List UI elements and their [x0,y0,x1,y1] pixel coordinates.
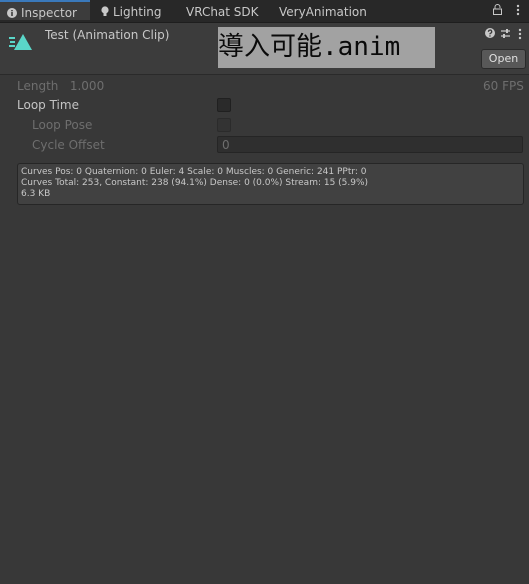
preset-icon[interactable] [500,28,511,42]
overlay-label: 導入可能.anim [218,27,435,68]
animation-clip-icon [9,32,33,56]
cycle-offset-field: 0 [217,136,523,153]
loop-time-checkbox[interactable] [217,98,231,112]
inspector-header: Test (Animation Clip) 導入可能.anim Open [0,23,529,75]
tab-label: VeryAnimation [279,5,367,19]
loop-pose-checkbox [217,118,231,132]
tab-vrchat-sdk[interactable]: VRChat SDK [186,0,259,22]
lightbulb-icon [101,1,109,25]
tab-lighting[interactable]: Lighting [101,0,162,22]
clip-size: 6.3 KB [21,189,51,199]
tab-label: Lighting [113,5,162,19]
tab-bar: Inspector Lighting VRChat SDK VeryAnimat… [0,0,529,23]
tab-inspector[interactable]: Inspector [0,0,90,20]
length-label: Length [17,79,59,93]
cycle-offset-label: Cycle Offset [32,138,105,152]
length-row: Length 1.000 [17,79,104,93]
tab-label: VRChat SDK [186,5,259,19]
info-icon [7,3,17,25]
length-value: 1.000 [69,79,105,93]
kebab-menu-icon[interactable] [518,28,522,43]
loop-time-label: Loop Time [17,98,79,112]
fps-label: 60 FPS [483,79,524,93]
kebab-menu-icon[interactable] [516,4,520,19]
tab-label: Inspector [21,6,77,20]
tab-veryanimation[interactable]: VeryAnimation [279,0,367,22]
curve-info-line: Curves Total: 253, Constant: 238 (94.1%)… [21,178,369,188]
clip-title: Test (Animation Clip) [45,28,170,42]
help-icon[interactable] [485,28,495,41]
curve-info-line: Curves Pos: 0 Quaternion: 0 Euler: 4 Sca… [21,167,367,177]
open-button[interactable]: Open [481,49,526,69]
loop-pose-label: Loop Pose [32,118,93,132]
curve-info-box: Curves Pos: 0 Quaternion: 0 Euler: 4 Sca… [17,163,524,205]
lock-icon[interactable] [493,4,502,18]
